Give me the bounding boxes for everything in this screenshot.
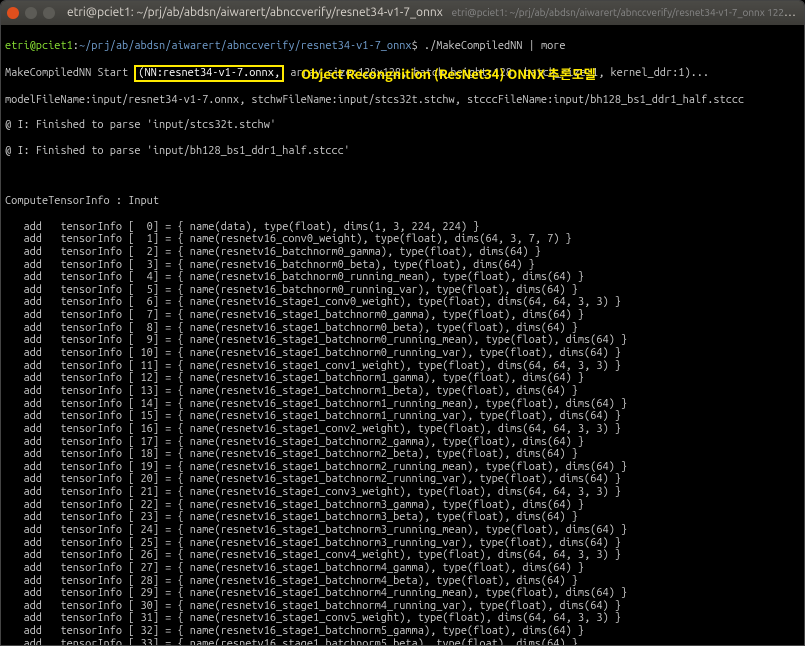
tensor-row: add tensorInfo [ 18] = { name(resnetv16_…: [5, 448, 800, 461]
tensor-row: add tensorInfo [ 25] = { name(resnetv16_…: [5, 537, 800, 550]
tensor-row: add tensorInfo [ 8] = { name(resnetv16_s…: [5, 322, 800, 335]
tensor-row: add tensorInfo [ 6] = { name(resnetv16_s…: [5, 296, 800, 309]
tensor-row: add tensorInfo [ 5] = { name(resnetv16_b…: [5, 284, 800, 297]
start-line: MakeCompiledNN Start (NN:resnet34-v1-7.o…: [5, 65, 800, 82]
finished-2: @ I: Finished to parse 'input/bh128_bs1_…: [5, 145, 800, 158]
close-icon[interactable]: [7, 7, 19, 19]
tensor-row: add tensorInfo [ 11] = { name(resnetv16_…: [5, 360, 800, 373]
prompt-path: ~/prj/ab/abdsn/aiwarert/abnccverify/resn…: [79, 40, 412, 52]
tensor-row: add tensorInfo [ 16] = { name(resnetv16_…: [5, 423, 800, 436]
tensor-row: add tensorInfo [ 21] = { name(resnetv16_…: [5, 486, 800, 499]
prompt-user: etri@pciet1: [5, 40, 73, 52]
tensor-row: add tensorInfo [ 31] = { name(resnetv16_…: [5, 612, 800, 625]
tensor-row: add tensorInfo [ 12] = { name(resnetv16_…: [5, 372, 800, 385]
tensor-row: add tensorInfo [ 29] = { name(resnetv16_…: [5, 587, 800, 600]
command-text: ./MakeCompiledNN | more: [424, 40, 566, 52]
tensor-list: add tensorInfo [ 0] = { name(data), type…: [5, 221, 800, 645]
minimize-icon[interactable]: [25, 7, 37, 19]
tensor-row: add tensorInfo [ 22] = { name(resnetv16_…: [5, 499, 800, 512]
tensor-row: add tensorInfo [ 20] = { name(resnetv16_…: [5, 473, 800, 486]
tensor-row: add tensorInfo [ 26] = { name(resnetv16_…: [5, 549, 800, 562]
tensor-row: add tensorInfo [ 28] = { name(resnetv16_…: [5, 575, 800, 588]
modelfilename-line: modelFileName:input/resnet34-v1-7.onnx, …: [5, 94, 800, 107]
tensor-row: add tensorInfo [ 19] = { name(resnetv16_…: [5, 461, 800, 474]
tensor-row: add tensorInfo [ 17] = { name(resnetv16_…: [5, 436, 800, 449]
finished-1: @ I: Finished to parse 'input/stcs32t.st…: [5, 119, 800, 132]
titlebar: etri@pciet1: ~/prj/ab/abdsn/aiwarert/abn…: [1, 1, 804, 25]
window-title-main: etri@pciet1: ~/prj/ab/abdsn/aiwarert/abn…: [67, 6, 443, 19]
tensor-row: add tensorInfo [ 15] = { name(resnetv16_…: [5, 410, 800, 423]
window-title: etri@pciet1: ~/prj/ab/abdsn/aiwarert/abn…: [67, 6, 798, 20]
tensor-row: add tensorInfo [ 10] = { name(resnetv16_…: [5, 347, 800, 360]
terminal-body[interactable]: etri@pciet1:~/prj/ab/abdsn/aiwarert/abnc…: [1, 25, 804, 645]
maximize-icon[interactable]: [43, 7, 55, 19]
tensor-row: add tensorInfo [ 7] = { name(resnetv16_s…: [5, 309, 800, 322]
tensor-row: add tensorInfo [ 23] = { name(resnetv16_…: [5, 511, 800, 524]
tensor-row: add tensorInfo [ 1] = { name(resnetv16_c…: [5, 233, 800, 246]
tensor-row: add tensorInfo [ 33] = { name(resnetv16_…: [5, 638, 800, 645]
tensor-row: add tensorInfo [ 30] = { name(resnetv16_…: [5, 600, 800, 613]
terminal-window: etri@pciet1: ~/prj/ab/abdsn/aiwarert/abn…: [0, 0, 805, 646]
cti-header: ComputeTensorInfo : Input: [5, 195, 800, 208]
tensor-row: add tensorInfo [ 13] = { name(resnetv16_…: [5, 385, 800, 398]
prompt-line: etri@pciet1:~/prj/ab/abdsn/aiwarert/abnc…: [5, 40, 800, 53]
tensor-row: add tensorInfo [ 2] = { name(resnetv16_b…: [5, 246, 800, 259]
tensor-row: add tensorInfo [ 32] = { name(resnetv16_…: [5, 625, 800, 638]
tensor-row: add tensorInfo [ 0] = { name(data), type…: [5, 221, 800, 234]
tensor-row: add tensorInfo [ 4] = { name(resnetv16_b…: [5, 271, 800, 284]
tensor-row: add tensorInfo [ 24] = { name(resnetv16_…: [5, 524, 800, 537]
highlight-nn: (NN:resnet34-v1-7.onnx,: [134, 65, 284, 82]
tensor-row: add tensorInfo [ 3] = { name(resnetv16_b…: [5, 259, 800, 272]
tensor-row: add tensorInfo [ 27] = { name(resnetv16_…: [5, 562, 800, 575]
window-title-dims: etri@pciet1: ~/prj/ab/abdsn/aiwarert/abn…: [452, 7, 798, 18]
tensor-row: add tensorInfo [ 14] = { name(resnetv16_…: [5, 398, 800, 411]
tensor-row: add tensorInfo [ 9] = { name(resnetv16_s…: [5, 334, 800, 347]
